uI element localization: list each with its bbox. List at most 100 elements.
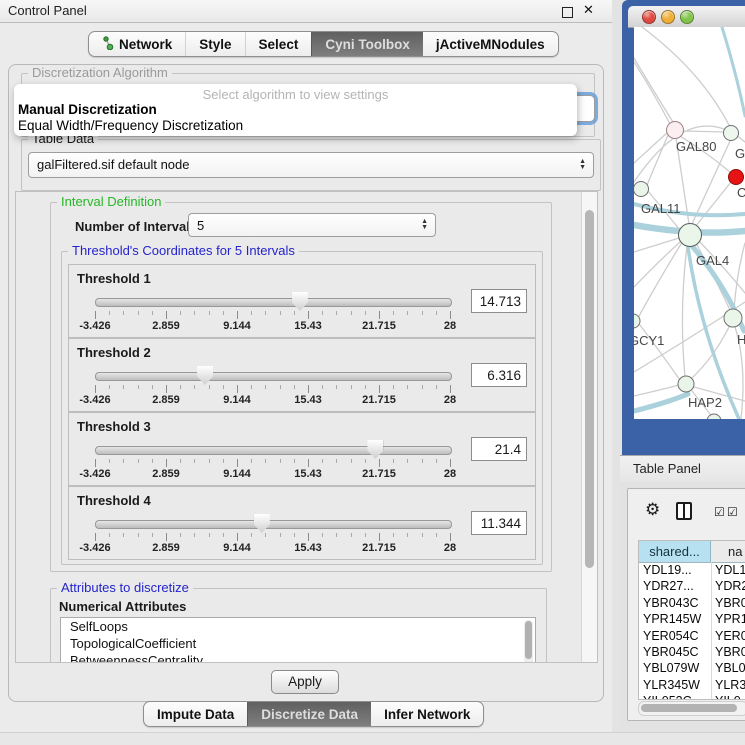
checkbox-icon[interactable]: ☑ bbox=[727, 505, 738, 519]
table-row[interactable]: YER054CYER0 bbox=[639, 628, 745, 644]
threshold-slider-track[interactable] bbox=[95, 446, 452, 455]
tab-network[interactable]: Network bbox=[89, 32, 185, 56]
threshold-slider-thumb[interactable] bbox=[367, 440, 383, 459]
table-rows: YDL19...YDL1YDR27...YDR2YBR043CYBR0YPR14… bbox=[639, 562, 745, 700]
network-edge[interactable] bbox=[642, 27, 730, 127]
threshold-value-field[interactable]: 6.316 bbox=[471, 363, 527, 387]
slider-minor-tick bbox=[280, 385, 281, 389]
table-data-combobox[interactable]: galFiltered.sif default node ▲▼ bbox=[28, 152, 594, 178]
network-edge[interactable] bbox=[634, 242, 680, 287]
gear-icon[interactable]: ⚙ bbox=[645, 500, 660, 520]
tab-style[interactable]: Style bbox=[185, 32, 244, 56]
table-row[interactable]: YBL079WYBL0 bbox=[639, 660, 745, 676]
network-node[interactable] bbox=[724, 126, 739, 141]
network-node-label: C bbox=[737, 185, 745, 200]
network-edge[interactable] bbox=[634, 62, 670, 124]
threshold-value-field[interactable]: 14.713 bbox=[471, 289, 527, 313]
slider-tick-label: 9.144 bbox=[223, 320, 251, 332]
column-header-name[interactable]: na bbox=[711, 541, 745, 562]
table-row[interactable]: YBR043CYBR0 bbox=[639, 595, 745, 611]
network-canvas[interactable]: GAL80GACGAL11GAL4GCY1HHAP2 bbox=[634, 27, 745, 419]
network-node[interactable] bbox=[667, 122, 684, 139]
number-of-intervals-combobox[interactable]: 5 ▲▼ bbox=[188, 213, 436, 237]
network-edge[interactable] bbox=[734, 243, 745, 309]
float-window-icon[interactable] bbox=[562, 7, 573, 18]
threshold-slider-track[interactable] bbox=[95, 372, 452, 381]
threshold-row-4: Threshold 4-3.4262.8599.14415.4321.71528… bbox=[68, 486, 536, 560]
tab-label: Cyni Toolbox bbox=[325, 37, 410, 52]
slider-minor-tick bbox=[365, 385, 366, 389]
attribute-list-item[interactable]: TopologicalCoefficient bbox=[61, 635, 535, 652]
algorithm-dropdown-hint: Select algorithm to view settings bbox=[14, 87, 577, 102]
attribute-list-item[interactable]: BetweennessCentrality bbox=[61, 652, 535, 663]
network-node[interactable] bbox=[679, 224, 702, 247]
slider-minor-tick bbox=[336, 459, 337, 463]
network-node[interactable] bbox=[724, 309, 742, 327]
network-node[interactable] bbox=[729, 170, 744, 185]
slider-minor-tick bbox=[322, 533, 323, 537]
network-edge[interactable] bbox=[639, 244, 681, 316]
slider-major-tick bbox=[450, 311, 451, 319]
network-node[interactable] bbox=[678, 376, 694, 392]
table-row[interactable]: YBR045CYBR0 bbox=[639, 644, 745, 660]
network-edge[interactable] bbox=[682, 246, 687, 377]
threshold-slider-track[interactable] bbox=[95, 298, 452, 307]
network-node[interactable] bbox=[707, 414, 721, 419]
slider-tick-label: -3.426 bbox=[79, 394, 110, 406]
table-row[interactable]: YDR27...YDR2 bbox=[639, 578, 745, 594]
threshold-value-field[interactable]: 21.4 bbox=[471, 437, 527, 461]
network-edge[interactable] bbox=[634, 58, 673, 122]
attribute-list-item[interactable]: SelfLoops bbox=[61, 618, 535, 635]
threshold-slider-track[interactable] bbox=[95, 520, 452, 529]
split-columns-icon[interactable] bbox=[676, 502, 692, 520]
column-header-shared-name[interactable]: shared... bbox=[639, 541, 711, 562]
slider-minor-tick bbox=[223, 459, 224, 463]
tab-infer-network[interactable]: Infer Network bbox=[371, 702, 483, 726]
network-edge[interactable] bbox=[634, 385, 679, 396]
tab-cyni-toolbox[interactable]: Cyni Toolbox bbox=[311, 32, 423, 56]
cell-shared-name: YBR045C bbox=[643, 645, 699, 659]
table-horizontal-scrollbar[interactable] bbox=[638, 701, 745, 716]
table-row[interactable]: YDL19...YDL1 bbox=[639, 562, 745, 578]
minimize-traffic-light[interactable] bbox=[661, 10, 675, 24]
panel-scrollbar[interactable] bbox=[581, 192, 597, 662]
threshold-slider-thumb[interactable] bbox=[197, 366, 213, 385]
network-window-titlebar[interactable] bbox=[628, 6, 745, 28]
close-traffic-light[interactable] bbox=[642, 10, 656, 24]
threshold-slider-thumb[interactable] bbox=[254, 514, 270, 533]
checkbox-icon[interactable]: ☑ bbox=[714, 505, 725, 519]
panel-scrollbar-thumb[interactable] bbox=[585, 210, 594, 568]
network-edge[interactable] bbox=[683, 131, 725, 132]
network-edge[interactable] bbox=[634, 394, 688, 411]
tab-select[interactable]: Select bbox=[245, 32, 312, 56]
algorithm-option-manual-discretization[interactable]: Manual Discretization bbox=[18, 102, 157, 117]
tab-impute-data[interactable]: Impute Data bbox=[144, 702, 247, 726]
apply-button[interactable]: Apply bbox=[271, 670, 339, 694]
attributes-scrollbar-thumb[interactable] bbox=[525, 621, 532, 659]
network-edge[interactable] bbox=[722, 27, 745, 116]
table-horizontal-scrollbar-thumb[interactable] bbox=[641, 704, 737, 712]
table-header-row: shared... na bbox=[639, 541, 745, 563]
threshold-slider-thumb[interactable] bbox=[292, 292, 308, 311]
cyni-toolbox-panel: Discretization Algorithm Table Data galF… bbox=[8, 64, 604, 702]
table-row[interactable]: YLR345WYLR3 bbox=[639, 677, 745, 693]
tab-jactivemnodules[interactable]: jActiveMNodules bbox=[423, 32, 558, 56]
slider-minor-tick bbox=[223, 533, 224, 537]
network-node[interactable] bbox=[634, 182, 649, 197]
close-icon[interactable]: ✕ bbox=[583, 2, 594, 18]
tab-discretize-data[interactable]: Discretize Data bbox=[247, 702, 371, 726]
network-edge[interactable] bbox=[692, 327, 729, 378]
threshold-value-field[interactable]: 11.344 bbox=[471, 511, 527, 535]
zoom-traffic-light[interactable] bbox=[680, 10, 694, 24]
network-graph[interactable]: GAL80GACGAL11GAL4GCY1HHAP2 bbox=[634, 27, 745, 419]
tab-label: Style bbox=[199, 37, 231, 52]
attributes-scrollbar[interactable] bbox=[524, 620, 533, 663]
cell-name: YBL0 bbox=[715, 661, 745, 675]
slider-minor-tick bbox=[251, 385, 252, 389]
numerical-attributes-list[interactable]: SelfLoopsTopologicalCoefficientBetweenne… bbox=[60, 617, 536, 663]
table-row[interactable]: YIL052CYIL0 bbox=[639, 693, 745, 700]
network-node-label: H bbox=[737, 332, 745, 347]
slider-minor-tick bbox=[180, 533, 181, 537]
algorithm-option-equal-width-frequency-discretization[interactable]: Equal Width/Frequency Discretization bbox=[18, 118, 243, 133]
table-row[interactable]: YPR145WYPR1 bbox=[639, 611, 745, 627]
